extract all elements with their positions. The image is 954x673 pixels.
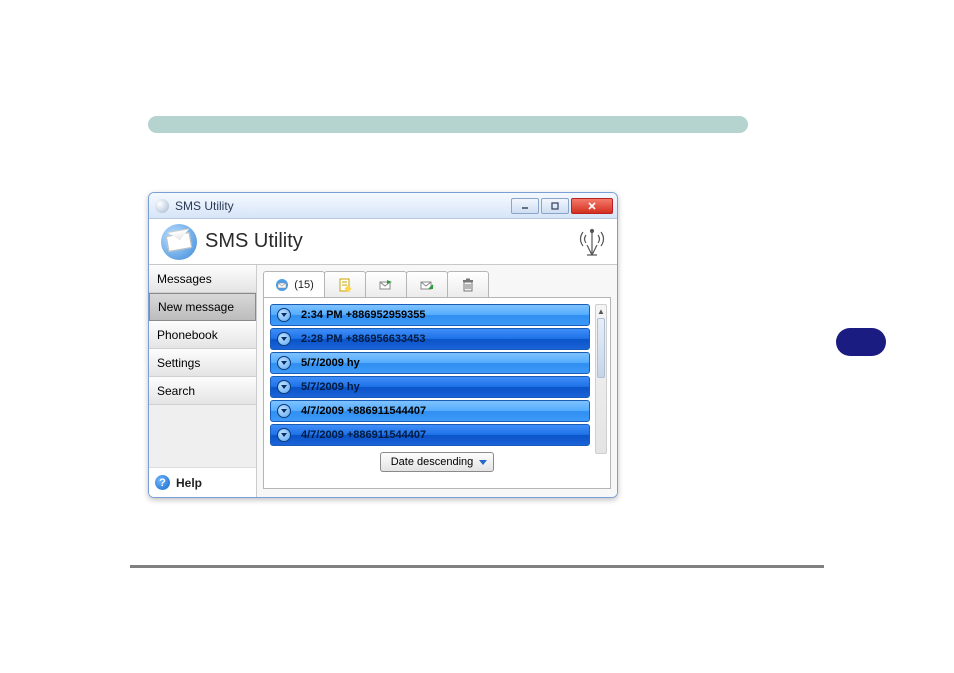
tab-sent[interactable] <box>365 271 407 297</box>
tab-outbox[interactable] <box>406 271 448 297</box>
decorative-bar <box>148 116 748 133</box>
help-label: Help <box>176 476 202 490</box>
help-link[interactable]: ? Help <box>149 467 256 497</box>
banner: SMS Utility <box>149 219 617 265</box>
sidebar: Messages New message Phonebook Settings … <box>149 265 257 497</box>
outbox-icon <box>419 277 435 293</box>
main-panel: (15) <box>257 265 617 497</box>
chevron-down-icon[interactable] <box>277 428 291 442</box>
message-summary: 2:28 PM +886956633453 <box>301 333 425 345</box>
sidebar-item-label: Phonebook <box>157 328 218 342</box>
sms-utility-window: SMS Utility SMS Utility <box>148 192 618 498</box>
message-summary: 5/7/2009 hy <box>301 357 360 369</box>
sidebar-item-label: Messages <box>157 272 212 286</box>
sort-row: Date descending <box>270 452 604 472</box>
antenna-icon <box>577 225 607 259</box>
message-list-panel: 2:34 PM +886952959355 2:28 PM +8869566334… <box>263 297 611 489</box>
help-icon: ? <box>155 475 170 490</box>
message-row[interactable]: 5/7/2009 hy <box>270 376 590 398</box>
message-row[interactable]: 4/7/2009 +886911544407 <box>270 400 590 422</box>
tab-trash[interactable] <box>447 271 489 297</box>
message-row[interactable]: 5/7/2009 hy <box>270 352 590 374</box>
app-heading: SMS Utility <box>205 230 303 253</box>
message-row[interactable]: 2:28 PM +886956633453 <box>270 328 590 350</box>
draft-icon <box>337 277 353 293</box>
window-buttons <box>511 198 613 214</box>
message-summary: 5/7/2009 hy <box>301 381 360 393</box>
sidebar-item-settings[interactable]: Settings <box>149 349 256 377</box>
message-summary: 4/7/2009 +886911544407 <box>301 429 426 441</box>
scroll-thumb[interactable] <box>597 318 605 378</box>
sort-label: Date descending <box>391 456 474 468</box>
inbox-icon <box>274 277 290 293</box>
sidebar-item-label: New message <box>158 300 234 314</box>
sidebar-item-messages[interactable]: Messages <box>149 265 256 293</box>
sidebar-item-search[interactable]: Search <box>149 377 256 405</box>
close-button[interactable] <box>571 198 613 214</box>
sidebar-item-label: Search <box>157 384 195 398</box>
tab-inbox[interactable]: (15) <box>263 271 325 297</box>
chevron-down-icon[interactable] <box>277 404 291 418</box>
message-row[interactable]: 2:34 PM +886952959355 <box>270 304 590 326</box>
sidebar-spacer <box>149 405 256 467</box>
window-body: Messages New message Phonebook Settings … <box>149 265 617 497</box>
chevron-down-icon[interactable] <box>277 356 291 370</box>
sidebar-item-label: Settings <box>157 356 200 370</box>
tab-strip: (15) <box>263 271 611 297</box>
sort-dropdown[interactable]: Date descending <box>380 452 495 472</box>
chevron-down-icon[interactable] <box>277 308 291 322</box>
message-row[interactable]: 4/7/2009 +886911544407 <box>270 424 590 446</box>
minimize-button[interactable] <box>511 198 539 214</box>
sent-icon <box>378 277 394 293</box>
tab-drafts[interactable] <box>324 271 366 297</box>
window-title: SMS Utility <box>175 199 511 213</box>
envelope-icon <box>161 224 197 260</box>
chevron-down-icon[interactable] <box>277 380 291 394</box>
sidebar-item-new-message[interactable]: New message <box>149 293 256 321</box>
horizontal-rule <box>130 565 824 568</box>
message-list: 2:34 PM +886952959355 2:28 PM +8869566334… <box>270 304 590 446</box>
maximize-button[interactable] <box>541 198 569 214</box>
app-icon <box>155 199 169 213</box>
titlebar[interactable]: SMS Utility <box>149 193 617 219</box>
inbox-count: (15) <box>294 279 314 291</box>
sidebar-item-phonebook[interactable]: Phonebook <box>149 321 256 349</box>
message-summary: 4/7/2009 +886911544407 <box>301 405 426 417</box>
trash-icon <box>460 277 476 293</box>
chevron-down-icon[interactable] <box>277 332 291 346</box>
side-pill <box>836 328 886 356</box>
scrollbar[interactable]: ▲ <box>595 304 607 454</box>
scroll-up-icon[interactable]: ▲ <box>596 305 606 317</box>
message-summary: 2:34 PM +886952959355 <box>301 309 425 321</box>
